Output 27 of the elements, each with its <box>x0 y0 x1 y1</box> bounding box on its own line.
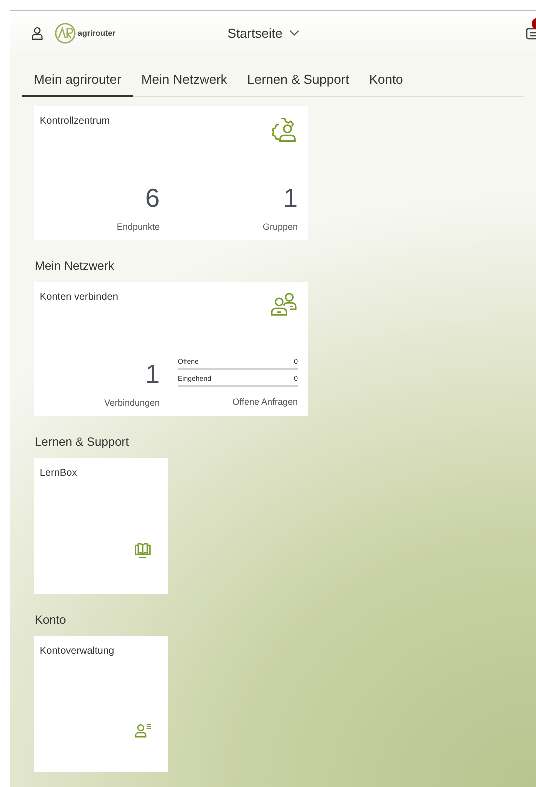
chevron-down-icon <box>288 30 300 36</box>
user-icon[interactable] <box>32 26 43 40</box>
stat-value: 1 <box>146 358 160 390</box>
people-icon <box>270 292 298 316</box>
nav-tab[interactable]: Mein agrirouter <box>22 67 134 97</box>
section-heading: Konto <box>35 613 66 627</box>
gear-person-icon <box>270 116 298 144</box>
section-heading: Lernen & Support <box>35 435 130 449</box>
logo-text: agrirouter <box>78 28 116 38</box>
stat-label: Gruppen <box>262 222 298 232</box>
book-monitor-icon <box>134 542 152 560</box>
tile-title: Kontoverwaltung <box>40 646 114 657</box>
stat-label: Offene Anfragen <box>232 396 298 407</box>
page-dropdown[interactable]: Startseite <box>228 26 300 40</box>
tile-card[interactable]: Kontrollzentrum 6 Endpunkte 1 Gruppen <box>34 106 308 240</box>
stat-label: Endpunkte <box>116 222 160 232</box>
tile-card[interactable]: Kontoverwaltung <box>34 636 168 772</box>
stat-value: 1 <box>284 182 298 214</box>
tile-title: Kontrollzentrum <box>40 116 110 127</box>
logo-icon <box>55 22 76 44</box>
tile-title: LernBox <box>40 468 78 479</box>
tile-card[interactable]: LernBox <box>34 458 168 594</box>
person-list-icon <box>135 723 152 738</box>
section-heading: Mein Netzwerk <box>35 259 114 273</box>
stat-label: Verbindungen <box>104 398 160 408</box>
stat-value: 6 <box>146 182 160 214</box>
tile-title: Konten verbinden <box>40 292 118 303</box>
